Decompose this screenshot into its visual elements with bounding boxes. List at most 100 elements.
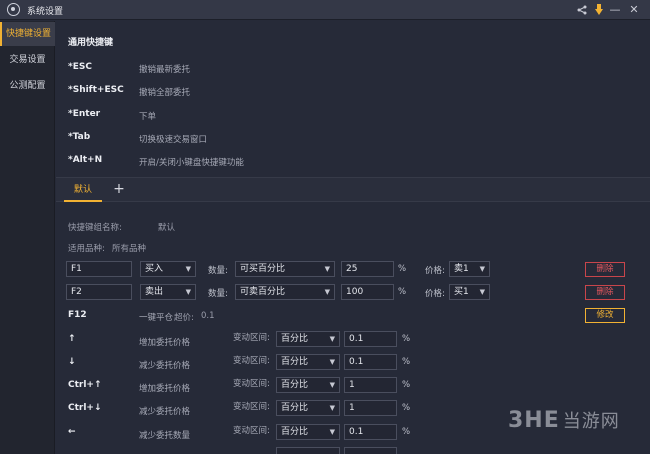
side-select-value: 卖出 [145,287,164,297]
sidebar: 快捷键设置 交易设置 公测配置 [0,21,55,454]
share-icon[interactable] [574,2,590,18]
zone-mode-select-partial[interactable] [276,447,340,454]
zone-label: 变动区间: [233,333,270,343]
side-select[interactable]: 卖出 ▼ [140,284,196,300]
sidebar-item-hotkeys[interactable]: 快捷键设置 [0,22,55,46]
chevron-down-icon: ▼ [479,265,485,273]
varieties-label: 适用品种: [68,244,105,254]
hotkey-action: 增加委托价格 [139,338,191,348]
hotkey-action: 减少委托数量 [139,431,191,441]
varieties-value: 所有品种 [112,244,147,254]
watermark: 3HE 当游网 [508,407,620,433]
hotkey-input[interactable]: F2 [66,284,132,300]
qty-label: 数量: [208,266,228,276]
zone-value-input[interactable]: 1 [344,377,397,393]
title-bar: 系统设置 — ✕ [0,0,650,20]
qty-mode-select[interactable]: 可买百分比 ▼ [235,261,335,277]
chevron-down-icon: ▼ [329,381,335,389]
slippage-label: 超价: [174,313,194,323]
settings-app-icon [7,3,20,16]
hotkey-key: ← [68,427,76,437]
chevron-down-icon: ▼ [185,265,191,273]
chevron-down-icon: ▼ [329,358,335,366]
pin-icon[interactable] [591,2,607,18]
percent-sign: % [402,427,411,437]
qty-mode-select[interactable]: 可卖百分比 ▼ [235,284,335,300]
qty-mode-value: 可买百分比 [240,264,286,274]
group-name-value: 默认 [158,223,176,233]
hotkey-key: *Shift+ESC [68,85,124,95]
price-select-value: 卖1 [454,264,469,274]
close-button[interactable]: ✕ [626,2,642,18]
zone-mode-value: 百分比 [281,380,309,390]
sidebar-item-beta-config[interactable]: 公测配置 [0,74,55,98]
chevron-down-icon: ▼ [324,288,330,296]
hotkey-key: *ESC [68,62,92,72]
zone-label: 变动区间: [233,356,270,366]
zone-label: 变动区间: [233,402,270,412]
side-select[interactable]: 买入 ▼ [140,261,196,277]
hotkey-action: 减少委托价格 [139,361,191,371]
general-hotkeys-title: 通用快捷键 [68,38,114,48]
qty-mode-value: 可卖百分比 [240,287,286,297]
zone-label: 变动区间: [233,379,270,389]
zone-mode-value: 百分比 [281,334,309,344]
hotkey-input[interactable]: F1 [66,261,132,277]
chevron-down-icon: ▼ [329,404,335,412]
qty-value-input[interactable]: 25 [341,261,394,277]
watermark-logo: 3HE [508,408,560,433]
sidebar-item-trade-settings[interactable]: 交易设置 [0,48,55,72]
price-label: 价格: [425,289,445,299]
hotkey-action: 减少委托价格 [139,407,191,417]
delete-button[interactable]: 删除 [585,285,625,300]
edit-button[interactable]: 修改 [585,308,625,323]
zone-mode-select[interactable]: 百分比 ▼ [276,400,340,416]
percent-sign: % [402,334,411,344]
price-label: 价格: [425,266,445,276]
price-select[interactable]: 买1 ▼ [449,284,490,300]
hotkey-key: ↓ [68,357,76,367]
qty-label: 数量: [208,289,228,299]
percent-sign: % [398,264,407,274]
zone-value-input-partial[interactable] [344,447,397,454]
zone-mode-select[interactable]: 百分比 ▼ [276,354,340,370]
zone-mode-select[interactable]: 百分比 ▼ [276,424,340,440]
hotkey-desc: 撤销全部委托 [139,88,191,98]
zone-mode-select[interactable]: 百分比 ▼ [276,377,340,393]
zone-value-input[interactable]: 1 [344,400,397,416]
hotkey-action: 一键平仓 [139,313,174,323]
minimize-button[interactable]: — [607,2,623,18]
watermark-text: 当游网 [562,411,620,432]
percent-sign: % [402,403,411,413]
hotkey-desc: 开启/关闭小键盘快捷键功能 [139,158,244,168]
window-title: 系统设置 [27,7,64,17]
qty-value-input[interactable]: 100 [341,284,394,300]
zone-mode-select[interactable]: 百分比 ▼ [276,331,340,347]
hotkey-key: Ctrl+↓ [68,403,102,413]
zone-value-input[interactable]: 0.1 [344,424,397,440]
hotkey-group-tabs: 默认 + [56,177,650,202]
price-select[interactable]: 卖1 ▼ [449,261,490,277]
add-tab-button[interactable]: + [110,178,128,202]
main-panel: 通用快捷键 *ESC 撤销最新委托 *Shift+ESC 撤销全部委托 *Ent… [56,21,650,454]
chevron-down-icon: ▼ [185,288,191,296]
percent-sign: % [402,357,411,367]
chevron-down-icon: ▼ [324,265,330,273]
zone-mode-value: 百分比 [281,357,309,367]
chevron-down-icon: ▼ [329,335,335,343]
zone-value-input[interactable]: 0.1 [344,354,397,370]
hotkey-key: *Tab [68,132,91,142]
hotkey-desc: 撤销最新委托 [139,65,191,75]
chevron-down-icon: ▼ [329,428,335,436]
hotkey-key: ↑ [68,334,76,344]
hotkey-key: *Alt+N [68,155,103,165]
delete-button[interactable]: 删除 [585,262,625,277]
hotkey-desc: 切换极速交易窗口 [139,135,208,145]
hotkey-action: 增加委托价格 [139,384,191,394]
zone-value-input[interactable]: 0.1 [344,331,397,347]
hotkey-key: Ctrl+↑ [68,380,102,390]
tab-default[interactable]: 默认 [64,178,102,202]
chevron-down-icon: ▼ [479,288,485,296]
side-select-value: 买入 [145,264,164,274]
hotkey-desc: 下单 [139,112,157,122]
